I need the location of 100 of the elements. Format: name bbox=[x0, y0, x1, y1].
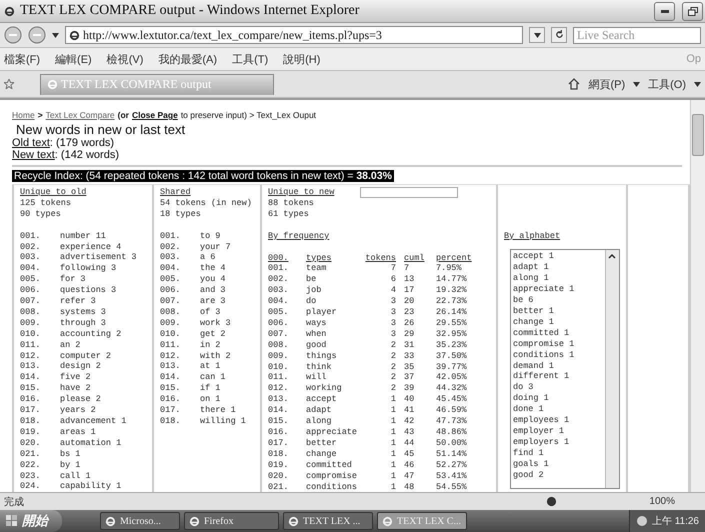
new-text-link[interactable]: New text bbox=[12, 149, 55, 161]
zoom-level[interactable]: 100% bbox=[649, 496, 675, 507]
list-item[interactable]: appreciate 1 bbox=[513, 284, 603, 296]
list-item[interactable]: compromise 1 bbox=[513, 338, 603, 350]
list-item[interactable]: accept 1 bbox=[513, 251, 603, 262]
input-field[interactable] bbox=[360, 187, 458, 198]
item-number: 019. bbox=[20, 426, 42, 438]
old-text-link[interactable]: Old text bbox=[12, 137, 50, 149]
close-page-link[interactable]: Close Page bbox=[132, 110, 178, 120]
caret-icon[interactable] bbox=[534, 32, 540, 38]
list-item[interactable]: good 2 bbox=[513, 470, 603, 480]
list-item[interactable]: doing 1 bbox=[513, 393, 603, 404]
table-cell-text: change bbox=[306, 448, 338, 460]
item-number: 008. bbox=[160, 306, 182, 318]
list-item[interactable]: do 3 bbox=[513, 382, 603, 394]
table-cell-text: 010. bbox=[268, 362, 290, 372]
list-item[interactable]: conditions 1 bbox=[513, 350, 603, 361]
menu-item[interactable]: 檢視(V) bbox=[106, 52, 144, 66]
item-number: 013. bbox=[20, 361, 42, 372]
table-cell-text: 009. bbox=[268, 350, 290, 362]
list-item[interactable]: change 1 bbox=[513, 316, 603, 328]
search-field[interactable]: Live Search bbox=[573, 26, 701, 44]
caret-icon[interactable] bbox=[633, 82, 640, 86]
table-cell-text: 3 bbox=[390, 307, 396, 318]
table-cell-text: 018. bbox=[268, 448, 290, 460]
text-lex-compare-link[interactable]: Text Lex Compare bbox=[46, 110, 115, 120]
list-item[interactable]: find 1 bbox=[513, 448, 603, 459]
table-cell-text: good bbox=[306, 340, 328, 351]
tray-icon[interactable] bbox=[636, 515, 648, 527]
table-header: 000. bbox=[268, 252, 290, 264]
taskbar-button[interactable]: Microso... bbox=[100, 512, 180, 530]
list-item[interactable]: demand 1 bbox=[513, 360, 603, 372]
list-item[interactable]: different 1 bbox=[513, 371, 603, 382]
start-button[interactable]: 開始 bbox=[0, 510, 62, 532]
menu-item[interactable]: 工具(T) bbox=[232, 52, 268, 66]
table-cell-text: 1 bbox=[390, 470, 396, 482]
status-text: 完成 bbox=[4, 496, 24, 508]
list-item[interactable]: employees 1 bbox=[513, 415, 603, 426]
scrollbar[interactable] bbox=[605, 250, 619, 488]
forward-button[interactable] bbox=[28, 26, 46, 44]
word-count: call 1 bbox=[60, 470, 91, 482]
list-item[interactable]: done 1 bbox=[513, 404, 603, 416]
browser-logo-icon bbox=[189, 516, 200, 526]
restore-icon bbox=[688, 6, 698, 16]
taskbar-button[interactable]: TEXT LEX ... bbox=[283, 512, 373, 530]
table-cell-text: 54.55% bbox=[436, 482, 468, 492]
caret-icon[interactable] bbox=[694, 82, 701, 86]
refresh-button[interactable] bbox=[551, 27, 567, 43]
table-cell-text: 39.77% bbox=[436, 362, 468, 372]
table-cell-text: 005. bbox=[268, 307, 290, 318]
table-header: tokens bbox=[364, 252, 396, 264]
list-item[interactable]: employer 1 bbox=[513, 426, 603, 437]
item-number: 004. bbox=[160, 263, 182, 274]
item-number: 021. bbox=[20, 448, 42, 460]
list-item[interactable]: better 1 bbox=[513, 306, 603, 317]
home-icon[interactable] bbox=[568, 78, 580, 90]
list-item[interactable]: along 1 bbox=[513, 273, 603, 284]
word-count: five 2 bbox=[60, 372, 91, 384]
item-number: 017. bbox=[160, 405, 182, 416]
minimize-button[interactable] bbox=[654, 2, 675, 20]
table-cell-text: 3 bbox=[390, 328, 396, 340]
list-item[interactable]: employers 1 bbox=[513, 436, 603, 448]
item-number: 012. bbox=[20, 350, 42, 362]
scrollbar[interactable] bbox=[690, 100, 705, 492]
item-number: 008. bbox=[20, 306, 42, 318]
browser-logo-icon bbox=[4, 6, 15, 16]
column-heading: Shared bbox=[160, 187, 192, 198]
address-field[interactable]: http://www.lextutor.ca/text_lex_compare/new_items.pl?ups=3 bbox=[65, 26, 523, 44]
toolbar-menu-button[interactable]: 工具(O) bbox=[646, 76, 688, 92]
word-count: you 4 bbox=[200, 274, 226, 286]
maximize-button[interactable] bbox=[682, 2, 703, 20]
item-number: 002. bbox=[20, 242, 42, 252]
menu-item[interactable]: 檔案(F) bbox=[4, 52, 40, 66]
home-link[interactable]: Home bbox=[12, 110, 35, 120]
table-cell-text: 42 bbox=[404, 416, 416, 427]
word-list-box[interactable]: accept 1 adapt 1 along 1 appreciate 1 be 6 better 1 change 1 committed 1 compromise 1 conditions 1 demand 1 different 1 do 3 doing 1 done 1 employees 1 employer 1 employers 1 find 1 goals 1 good 2 bbox=[510, 249, 620, 490]
table-cell-text: 26.14% bbox=[436, 307, 468, 318]
menu-item[interactable]: 編輯(E) bbox=[55, 52, 92, 66]
globe-icon bbox=[546, 496, 558, 507]
dropdown-button[interactable] bbox=[529, 27, 545, 43]
list-item[interactable]: committed 1 bbox=[513, 328, 603, 339]
item-number: 003. bbox=[160, 252, 182, 264]
table-cell-text: job bbox=[306, 285, 322, 296]
list-item[interactable]: adapt 1 bbox=[513, 262, 603, 274]
back-button[interactable] bbox=[4, 26, 22, 44]
star-icon[interactable] bbox=[4, 79, 14, 89]
list-item[interactable]: be 6 bbox=[513, 295, 603, 306]
table-cell-text: committed bbox=[306, 460, 353, 471]
table-cell-text: be bbox=[306, 274, 318, 286]
toolbar-menu-button[interactable]: 網頁(P) bbox=[586, 76, 628, 92]
taskbar-button[interactable]: Firefox bbox=[184, 512, 279, 530]
list-item[interactable]: goals 1 bbox=[513, 458, 603, 470]
table-cell-text: 44 bbox=[404, 438, 416, 449]
table-cell-text: 2 bbox=[390, 372, 396, 384]
menu-item[interactable]: 我的最愛(A) bbox=[158, 52, 218, 66]
table-cell-text: 50.00% bbox=[436, 438, 468, 449]
word-count: accounting 2 bbox=[60, 328, 122, 340]
menu-item[interactable]: 說明(H) bbox=[283, 52, 320, 66]
table-cell-text: 021. bbox=[268, 482, 290, 492]
caret-icon[interactable] bbox=[52, 32, 59, 38]
